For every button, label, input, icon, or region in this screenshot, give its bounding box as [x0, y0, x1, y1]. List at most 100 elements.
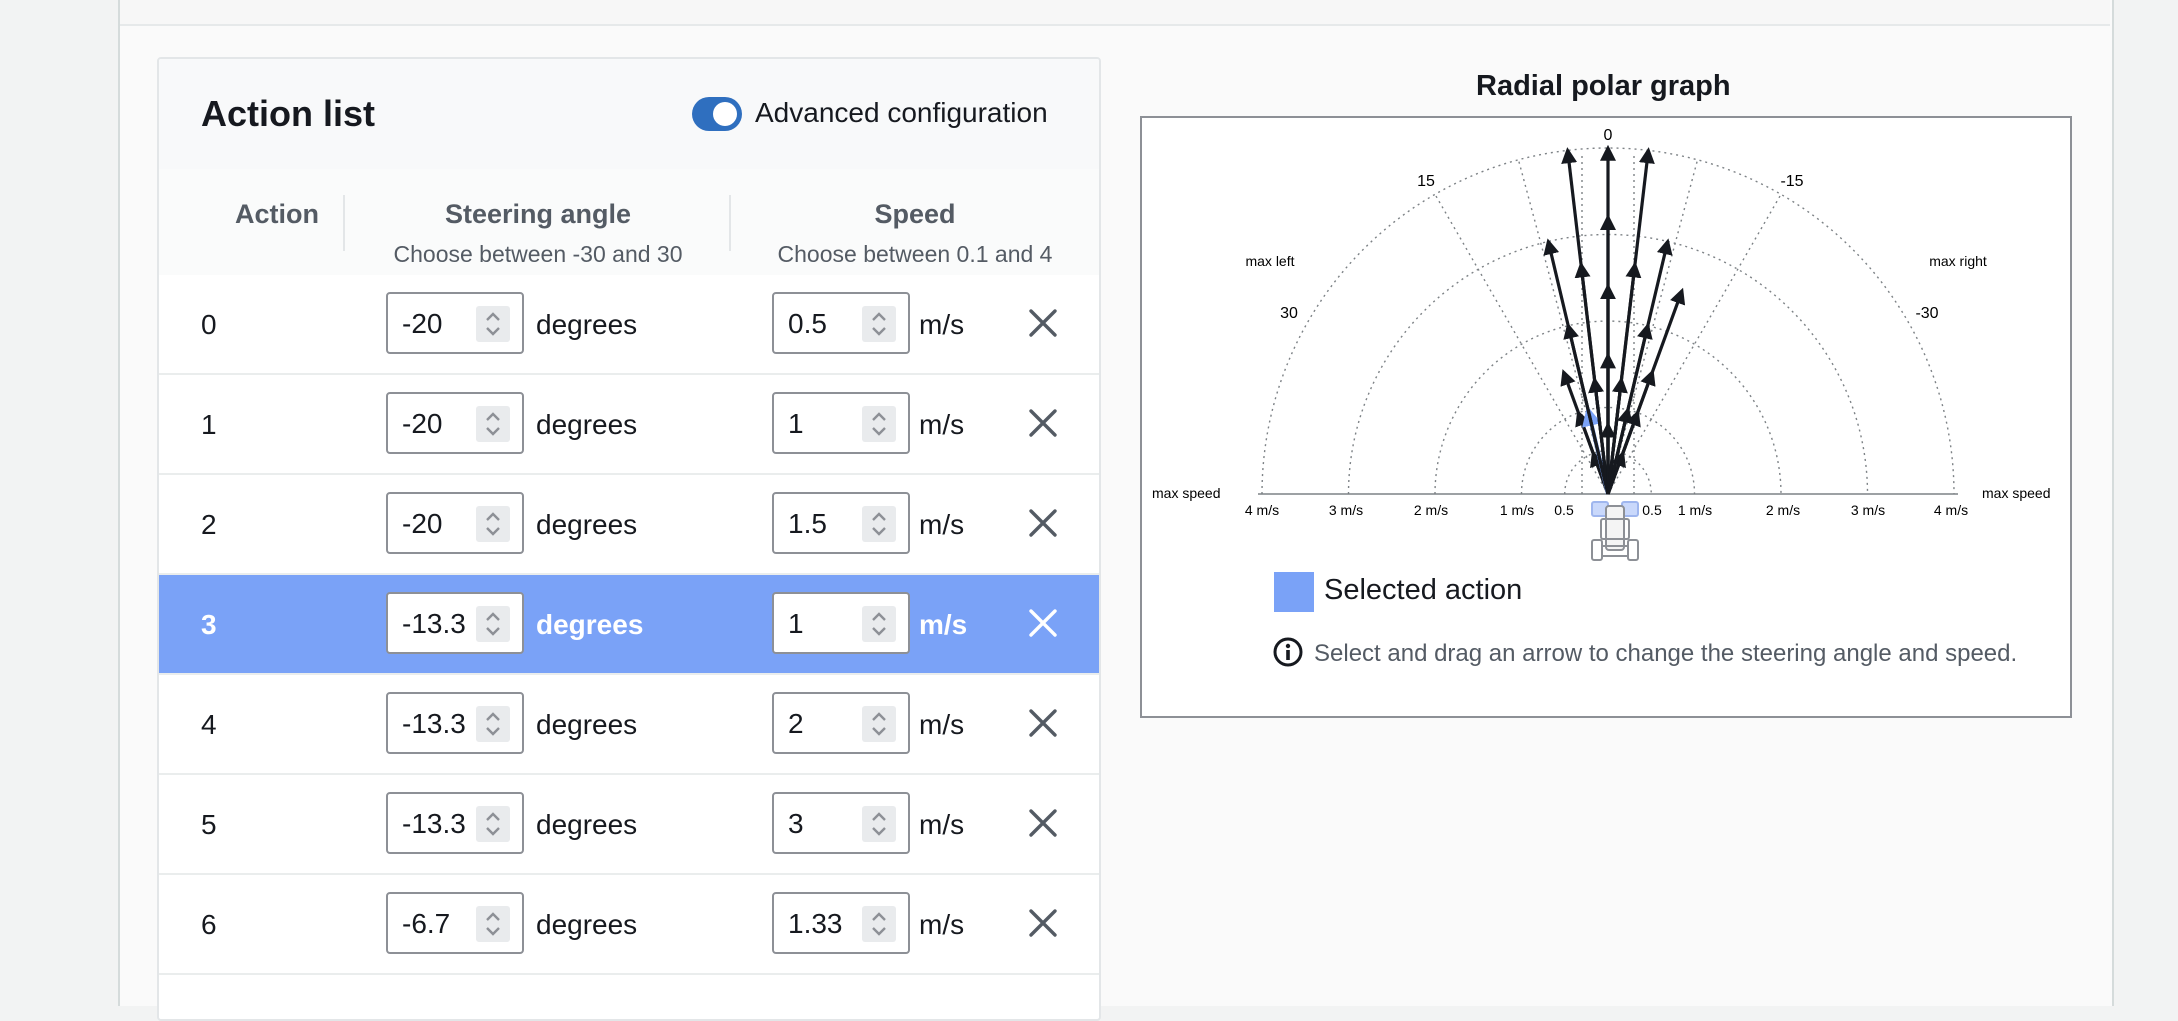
action-arrow — [1543, 238, 1610, 495]
action-index: 2 — [201, 509, 217, 540]
selected-action-legend: Selected action — [1324, 574, 1523, 606]
speed-label-left-1: 1 m/s — [1500, 502, 1534, 518]
stepper-arrows-icon[interactable] — [862, 506, 896, 542]
action-row[interactable]: 5 -13.3 degrees 3 m/s — [159, 775, 1099, 875]
speed-label-max-right: max speed — [1982, 485, 2050, 501]
steering-angle-input[interactable]: -13.3 — [386, 792, 524, 854]
speed-label-left-2: 2 m/s — [1414, 502, 1448, 518]
speed-label-left-4: 4 m/s — [1245, 502, 1279, 518]
stepper-arrows-icon[interactable] — [476, 906, 510, 942]
remove-action-close-icon[interactable] — [1025, 805, 1061, 841]
angle-label-max-right: max right — [1929, 253, 1987, 269]
angle-label-15: 15 — [1417, 173, 1435, 190]
remove-action-close-icon[interactable] — [1025, 505, 1061, 541]
speed-label-right-3: 3 m/s — [1851, 502, 1885, 518]
remove-action-close-icon[interactable] — [1025, 905, 1061, 941]
remove-action-close-icon[interactable] — [1025, 705, 1061, 741]
remove-action-close-icon[interactable] — [1025, 405, 1061, 441]
stepper-arrows-icon[interactable] — [862, 906, 896, 942]
advanced-configuration-label: Advanced configuration — [755, 97, 1048, 128]
angle-label-minus-15: -15 — [1780, 173, 1803, 190]
steering-angle-value: -6.7 — [402, 908, 451, 939]
steering-angle-input[interactable]: -20 — [386, 492, 524, 554]
action-row[interactable]: 3 -13.3 degrees 1 m/s — [159, 575, 1099, 675]
stepper-arrows-icon[interactable] — [862, 406, 896, 442]
speed-input[interactable]: 1.5 — [772, 492, 910, 554]
stepper-arrows-icon[interactable] — [476, 806, 510, 842]
advanced-configuration-toggle[interactable] — [692, 97, 742, 131]
stepper-arrows-icon[interactable] — [862, 806, 896, 842]
action-row[interactable]: 2 -20 degrees 1.5 m/s — [159, 475, 1099, 575]
steering-angle-value: -20 — [402, 308, 443, 339]
action-row[interactable]: 6 -6.7 degrees 1.33 m/s — [159, 875, 1099, 975]
speed-unit: m/s — [919, 509, 965, 540]
remove-action-close-icon[interactable] — [1025, 305, 1061, 341]
speed-unit: m/s — [919, 309, 965, 340]
action-arrows — [1543, 144, 1686, 495]
speed-input[interactable]: 0.5 — [772, 292, 910, 354]
angle-unit: degrees — [536, 509, 638, 540]
action-list-card: Action list Advanced configuration Actio… — [157, 57, 1101, 1021]
angle-unit: degrees — [536, 409, 638, 440]
speed-unit: m/s — [919, 909, 965, 940]
angle-unit: degrees — [536, 309, 638, 340]
selected-action-swatch — [1274, 572, 1314, 612]
action-list-header: Action list Advanced configuration — [159, 59, 1099, 171]
stepper-arrows-icon[interactable] — [476, 406, 510, 442]
action-row[interactable]: 0 -20 degrees 0.5 m/s — [159, 275, 1099, 375]
speed-label-max-left: max speed — [1152, 485, 1220, 501]
stepper-arrows-icon[interactable] — [862, 306, 896, 342]
steering-angle-value: -20 — [402, 408, 443, 439]
speed-value: 1.33 — [788, 908, 843, 939]
car-icon — [1591, 501, 1639, 561]
speed-unit: m/s — [919, 609, 968, 640]
column-header-steering: Steering angle — [444, 199, 632, 229]
steering-angle-value: -13.3 — [402, 708, 466, 739]
action-arrow — [1606, 238, 1673, 495]
angle-unit: degrees — [536, 909, 638, 940]
speed-unit: m/s — [919, 709, 965, 740]
action-row[interactable]: 1 -20 degrees 1 m/s — [159, 375, 1099, 475]
angle-unit: degrees — [536, 709, 638, 740]
action-row[interactable]: 4 -13.3 degrees 2 m/s — [159, 675, 1099, 775]
column-header-speed: Speed — [874, 199, 956, 229]
action-index: 5 — [201, 809, 217, 840]
radial-polar-graph: 0 15 -15 30 -30 max left max right max s… — [1140, 116, 2072, 718]
angle-unit: degrees — [536, 609, 644, 640]
speed-label-right-1: 1 m/s — [1678, 502, 1712, 518]
speed-input[interactable]: 1 — [772, 392, 910, 454]
info-icon — [1273, 637, 1303, 667]
speed-unit: m/s — [919, 809, 965, 840]
action-list-title: Action list — [201, 93, 376, 134]
steering-angle-input[interactable]: -20 — [386, 392, 524, 454]
speed-label-left-3: 3 m/s — [1329, 502, 1363, 518]
action-index: 3 — [201, 609, 217, 640]
action-index: 4 — [201, 709, 217, 740]
stepper-arrows-icon[interactable] — [476, 606, 510, 642]
steering-angle-input[interactable]: -6.7 — [386, 892, 524, 954]
column-headers: Action Steering angle Choose between -30… — [159, 169, 1099, 277]
speed-input[interactable]: 1.33 — [772, 892, 910, 954]
stepper-arrows-icon[interactable] — [476, 706, 510, 742]
speed-value: 1.5 — [788, 508, 827, 539]
action-index: 6 — [201, 909, 217, 940]
speed-value: 1 — [788, 408, 804, 439]
speed-value: 2 — [788, 708, 804, 739]
speed-input[interactable]: 1 — [772, 592, 910, 654]
steering-angle-input[interactable]: -20 — [386, 292, 524, 354]
steering-angle-input[interactable]: -13.3 — [386, 592, 524, 654]
remove-action-close-icon[interactable] — [1025, 605, 1061, 641]
stepper-arrows-icon[interactable] — [862, 606, 896, 642]
speed-value: 3 — [788, 808, 804, 839]
speed-input[interactable]: 3 — [772, 792, 910, 854]
action-index: 0 — [201, 309, 217, 340]
stepper-arrows-icon[interactable] — [476, 306, 510, 342]
stepper-arrows-icon[interactable] — [476, 506, 510, 542]
speed-input[interactable]: 2 — [772, 692, 910, 754]
toggle-knob — [713, 102, 737, 126]
speed-label-right-2: 2 m/s — [1766, 502, 1800, 518]
angle-label-30: 30 — [1280, 305, 1298, 322]
stepper-arrows-icon[interactable] — [862, 706, 896, 742]
steering-angle-input[interactable]: -13.3 — [386, 692, 524, 754]
angle-label-minus-30: -30 — [1915, 305, 1938, 322]
